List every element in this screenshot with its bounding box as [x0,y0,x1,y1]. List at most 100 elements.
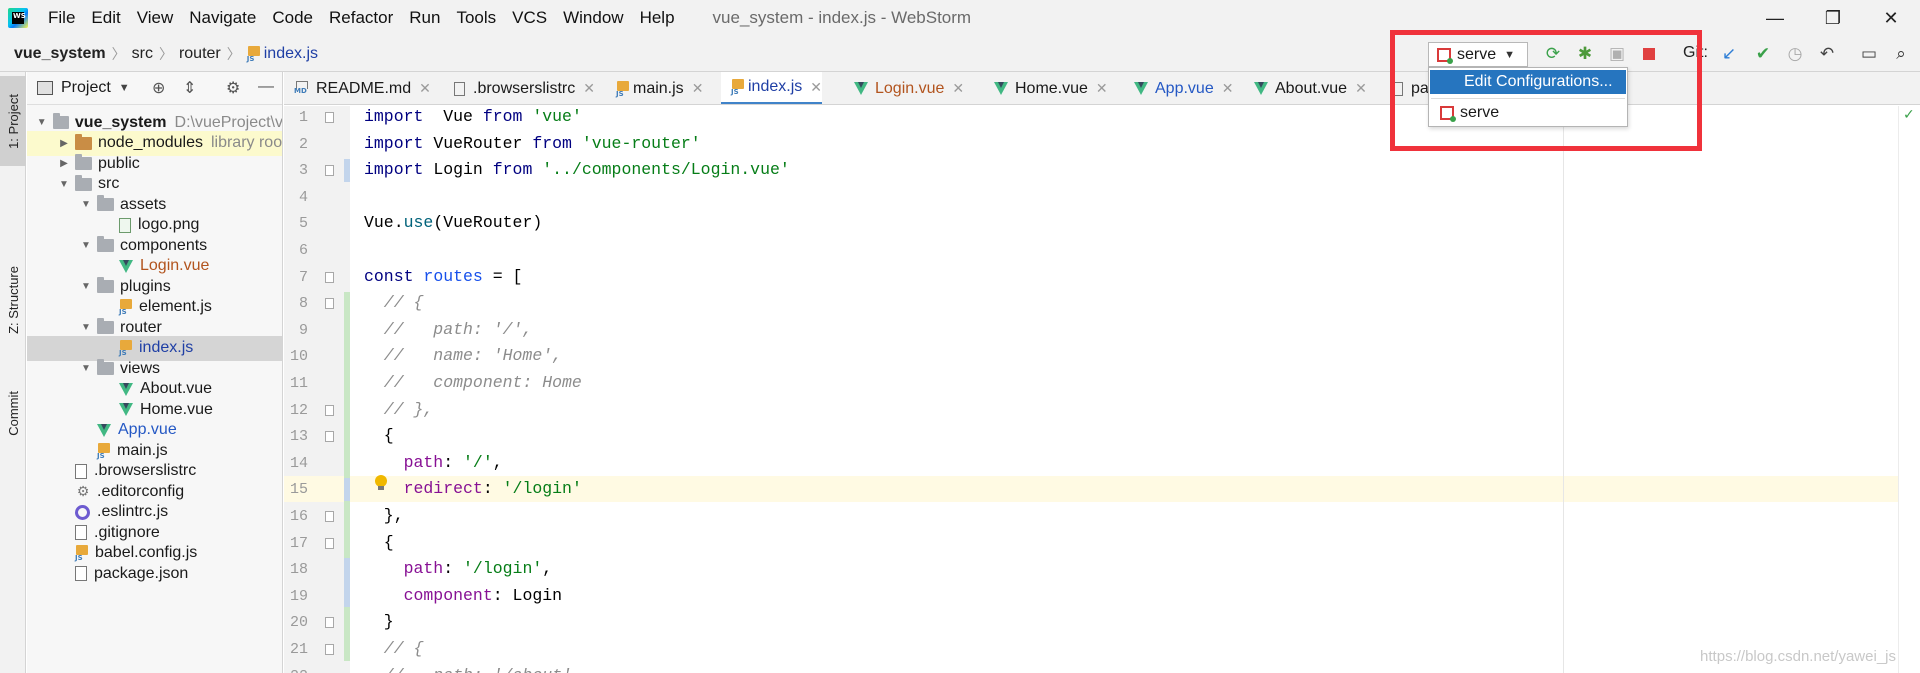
close-tab-icon[interactable]: ✕ [419,80,431,97]
code-token: from [482,107,523,126]
rollback-icon[interactable]: ↶ [1816,43,1838,65]
line-number: 10 [289,348,308,366]
tree-item[interactable]: package.json [27,561,282,586]
menu-edit[interactable]: Edit [83,8,128,28]
gear-icon[interactable]: ⚙ [226,78,240,98]
editor-tab[interactable]: main.js ✕ [606,72,704,104]
expanded-arrow-icon[interactable]: ▼ [79,281,93,292]
fold-marker-icon[interactable] [325,298,334,310]
fold-marker-icon[interactable] [325,404,334,416]
search-icon[interactable]: ⌕ [1890,43,1912,65]
tab-project-tool-window[interactable]: 1: Project [0,76,26,166]
history-icon[interactable]: ◷ [1784,43,1806,65]
expanded-arrow-icon[interactable]: ▼ [79,363,93,374]
editor-tab-bar: README.md✕ .browserslistrc✕ main.js✕ index.… [284,72,1920,105]
editor-tab[interactable]: Home.vue ✕ [984,72,1108,104]
fold-marker-icon[interactable] [325,617,334,629]
tree-item-label: App.vue [118,421,177,438]
editor-tab[interactable]: index.js ✕ [721,72,822,104]
tab-commit-tool-window[interactable]: Commit [0,372,26,454]
editor-tab[interactable]: App.vue ✕ [1124,72,1234,104]
breadcrumb-file[interactable]: index.js [264,45,318,63]
serve-config-item[interactable]: serve [1430,101,1626,125]
tree-item-label: components [120,236,208,254]
menu-refactor[interactable]: Refactor [321,8,401,28]
tree-item-label: src [98,175,120,192]
fold-marker-icon[interactable] [325,431,334,443]
edit-configurations-item[interactable]: Edit Configurations... [1430,70,1626,94]
breadcrumb-project[interactable]: vue_system [14,45,106,63]
editor-tab[interactable]: Login.vue ✕ [844,72,964,104]
fold-marker-icon[interactable] [325,271,334,283]
close-tab-icon[interactable]: ✕ [1355,80,1367,97]
editor-tab[interactable]: .browserslistrc ✕ [444,72,595,104]
close-tab-icon[interactable]: ✕ [583,80,595,97]
expanded-arrow-icon[interactable]: ▼ [57,179,71,190]
collapse-all-icon[interactable]: ⇕ [183,78,196,98]
tab-structure-tool-window[interactable]: Z: Structure [0,252,26,348]
run-configuration-selector[interactable]: serve ▼ [1428,42,1528,67]
debug-icon[interactable]: ✱ [1574,43,1596,65]
expanded-arrow-icon[interactable]: ▼ [79,199,93,210]
editor-scrollbar[interactable] [1898,106,1920,673]
line-number: 6 [298,242,308,259]
coverage-icon[interactable]: ▣ [1606,43,1628,65]
collapsed-arrow-icon[interactable]: ▶ [57,158,71,169]
close-tab-icon[interactable]: ✕ [692,80,704,97]
editor-tab[interactable]: About.vue ✕ [1244,72,1367,104]
commit-icon[interactable]: ✔ [1752,43,1774,65]
vue-file-icon [119,382,134,396]
update-project-icon[interactable]: ↙ [1718,43,1740,65]
menu-vcs[interactable]: VCS [504,8,555,28]
close-tab-icon[interactable]: ✕ [952,80,964,97]
fold-marker-icon[interactable] [325,537,334,549]
minimize-button[interactable]: — [1746,0,1804,36]
tree-item-label: .editorconfig [97,482,185,500]
menu-navigate[interactable]: Navigate [181,8,264,28]
hide-panel-icon[interactable]: — [258,78,274,96]
code-editor[interactable]: import Vue from 'vue' import VueRouter fr… [350,106,1920,673]
project-view-icon [37,81,53,95]
breadcrumb-router[interactable]: router [179,45,221,63]
menu-tools[interactable]: Tools [448,8,504,28]
intention-bulb-icon[interactable] [374,475,388,491]
close-tab-icon[interactable]: ✕ [810,79,822,96]
close-window-button[interactable]: ✕ [1862,0,1920,36]
serve-config-label: serve [1460,104,1500,121]
fold-marker-icon[interactable] [325,165,334,177]
stop-icon[interactable] [1638,43,1660,65]
restore-button[interactable]: ❐ [1804,0,1862,36]
expanded-arrow-icon[interactable]: ▼ [79,240,93,251]
editor-tab[interactable]: README.md ✕ [284,72,431,104]
expanded-arrow-icon[interactable]: ▼ [79,322,93,333]
code-token: } [364,612,394,632]
menu-window[interactable]: Window [555,8,631,28]
folder-icon [97,359,114,375]
menu-file[interactable]: File [40,8,83,28]
menu-view[interactable]: View [129,8,182,28]
rerun-icon[interactable]: ⟳ [1542,43,1564,65]
code-token: from [532,133,572,153]
code-line: import Login from '../components/Login.v… [364,157,790,183]
code-token: : Login [492,585,563,605]
fold-marker-icon[interactable] [325,511,334,522]
code-line: { [364,530,394,556]
menu-run[interactable]: Run [401,8,448,28]
menu-code[interactable]: Code [264,8,321,28]
collapsed-arrow-icon[interactable]: ▶ [57,138,71,149]
fold-marker-icon[interactable] [325,644,334,655]
run-anything-icon[interactable]: ▭ [1858,43,1880,65]
crosshair-locate-icon[interactable]: ⊕ [152,78,165,98]
eslint-file-icon [75,504,90,520]
menu-help[interactable]: Help [632,8,683,28]
tree-item-hint: D:\vueProject\v [174,113,283,131]
inspection-ok-icon[interactable]: ✓ [1903,106,1915,123]
close-tab-icon[interactable]: ✕ [1222,80,1234,97]
close-tab-icon[interactable]: ✕ [1096,80,1108,97]
project-view-title[interactable]: Project [61,79,111,97]
fold-marker-icon[interactable] [325,112,334,123]
expanded-arrow-icon[interactable]: ▼ [35,117,49,128]
breadcrumb-src[interactable]: src [132,45,153,63]
chevron-down-icon[interactable]: ▼ [119,82,130,94]
breadcrumb: vue_system 〉 src 〉 router 〉 index.js [0,44,318,64]
